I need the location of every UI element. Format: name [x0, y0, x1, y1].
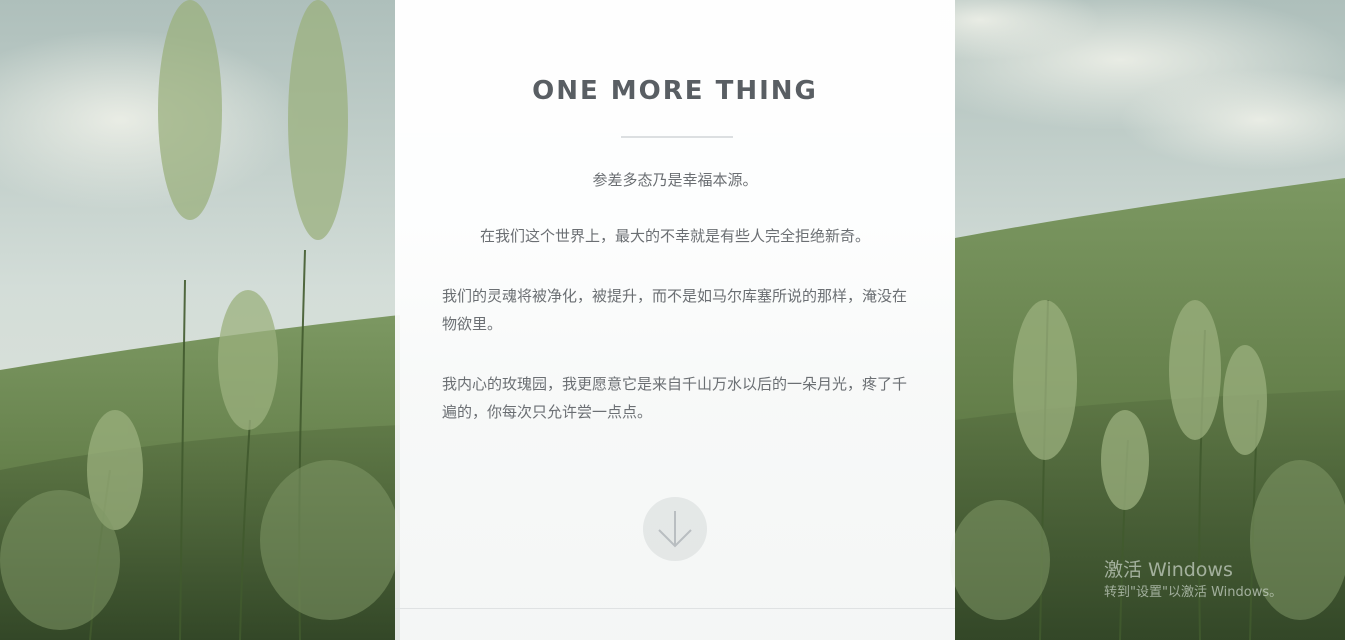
- windows-activation-watermark: 激活 Windows 转到"设置"以激活 Windows。: [1104, 557, 1282, 603]
- watermark-subtitle: 转到"设置"以激活 Windows。: [1104, 585, 1283, 600]
- watermark-title: 激活 Windows: [1104, 559, 1233, 581]
- arrow-down-icon: [658, 511, 692, 548]
- content-panel: ONE MORE THING 参差多态乃是幸福本源。 在我们这个世界上，最大的不…: [395, 0, 955, 640]
- quote-paragraph-4: 我内心的玫瑰园，我更愿意它是来自千山万水以后的一朵月光，疼了千遍的，你每次只允许…: [442, 375, 908, 421]
- section-title: ONE MORE THING: [532, 76, 818, 106]
- quote-paragraph-3: 我们的灵魂将被净化，被提升，而不是如马尔库塞所说的那样，淹没在物欲里。: [442, 287, 908, 333]
- quote-paragraph-2: 在我们这个世界上，最大的不幸就是有些人完全拒绝新奇。: [479, 227, 870, 245]
- scroll-down-button[interactable]: [643, 497, 707, 561]
- panel-divider: [395, 608, 955, 609]
- title-divider: [621, 136, 733, 138]
- quote-paragraph-1: 参差多态乃是幸福本源。: [592, 171, 758, 189]
